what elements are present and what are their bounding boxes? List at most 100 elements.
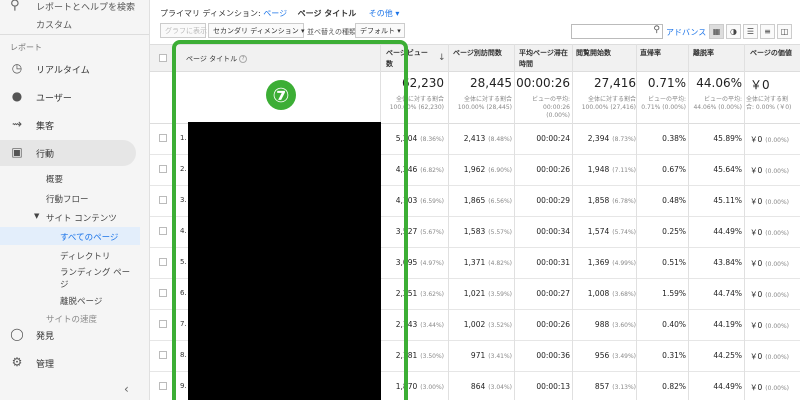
total-exit-sub: ビューの平均: 44.06% (0.00%) (688, 96, 742, 112)
header-page-value[interactable]: ページの価値 (750, 48, 792, 59)
sidebar-item-custom[interactable]: カスタム (36, 18, 72, 31)
table-view-icon[interactable]: ▦ (709, 24, 724, 39)
row-checkbox[interactable] (159, 258, 167, 266)
table-search-input[interactable]: ⚲ (571, 24, 663, 39)
cell-avg-time: 00:00:34 (516, 227, 570, 236)
sidebar-sub-directory[interactable]: ディレクトリ (60, 250, 110, 262)
cell-value: ￥0 (0.00%) (750, 165, 800, 176)
row-checkbox[interactable] (159, 351, 167, 359)
cell-entrances-percent: (3.60%) (612, 322, 636, 329)
bar-view-icon[interactable]: ☰ (743, 24, 758, 39)
cell-bounce-value: 0.48% (662, 196, 686, 205)
cell-value-percent: (0.00%) (765, 354, 790, 361)
cell-unique-percent: (3.52%) (488, 322, 512, 329)
cell-unique-value: 2,413 (463, 134, 486, 143)
sidebar-item-label: 行動 (36, 150, 55, 160)
row-checkbox[interactable] (159, 134, 167, 142)
sidebar-item-behavior[interactable]: ▣ 行動 (0, 140, 149, 166)
cell-value-value: ￥0 (750, 197, 763, 206)
cell-value: ￥0 (0.00%) (750, 196, 800, 207)
sidebar-item-discover[interactable]: ◯ 発見 (0, 322, 149, 348)
cell-avg-time-value: 00:00:24 (536, 134, 570, 143)
row-checkbox[interactable] (159, 320, 167, 328)
sidebar-item-users[interactable]: ● ユーザー (0, 84, 149, 110)
sidebar-item-realtime[interactable]: ◷ リアルタイム (0, 56, 149, 82)
primary-dimension-label: プライマリ ディメンション: (160, 9, 261, 18)
cell-pageviews-percent: (6.59%) (420, 198, 444, 205)
cell-pageviews-percent: (3.44%) (420, 322, 444, 329)
sidebar-sub-overview[interactable]: 概要 (46, 173, 63, 185)
cell-entrances-value: 2,394 (587, 134, 610, 143)
cell-unique: 1,371 (4.82%) (450, 258, 512, 267)
sidebar-sub-landing[interactable]: ランディング ペー (60, 266, 130, 278)
cell-entrances: 1,369 (4.99%) (574, 258, 636, 267)
cell-value: ￥0 (0.00%) (750, 351, 800, 362)
row-checkbox[interactable] (159, 382, 167, 390)
cell-exit: 45.89% (690, 134, 742, 143)
dimension-page-title[interactable]: ページ タイトル (298, 9, 357, 18)
cell-bounce-value: 0.40% (662, 320, 686, 329)
select-all-checkbox[interactable] (159, 54, 167, 62)
secondary-dimension-dropdown[interactable]: セカンダリ ディメンション ▾ (208, 23, 305, 38)
total-bounce-sub-line1: ビューの平均: (647, 96, 686, 103)
sidebar-item-label: 管理 (36, 360, 55, 370)
cell-unique: 1,583 (5.57%) (450, 227, 512, 236)
caret-down-icon[interactable]: ▼ (34, 212, 39, 220)
dimension-page-link[interactable]: ページ (263, 9, 287, 18)
cell-value-percent: (0.00%) (765, 168, 790, 175)
cell-pageviews-percent: (3.50%) (420, 353, 444, 360)
header-bounce-rate[interactable]: 直帰率 (640, 48, 661, 59)
behavior-icon: ▣ (11, 145, 23, 159)
cell-pageviews-percent: (3.00%) (420, 384, 444, 391)
sidebar-sub-all-pages[interactable]: すべてのページ (60, 231, 118, 243)
pivot-view-icon[interactable]: ◫ (777, 24, 792, 39)
cell-entrances: 1,574 (5.74%) (574, 227, 636, 236)
sidebar-section-label: レポート (10, 43, 42, 52)
header-avg-time[interactable]: 平均ページ滞在 時間 (519, 48, 568, 70)
total-entrances-sub-line1: 全体に対する割合 (587, 96, 636, 103)
collapse-chevron-icon[interactable]: ‹ (124, 382, 129, 396)
cell-entrances-value: 1,369 (587, 258, 610, 267)
cell-avg-time: 00:00:27 (516, 289, 570, 298)
cell-bounce: 0.67% (640, 165, 686, 174)
cell-pageviews-percent: (5.67%) (420, 229, 444, 236)
sort-type-value: デフォルト (360, 27, 395, 35)
plot-rows-button[interactable]: グラフに表示 (160, 23, 207, 38)
sidebar-search[interactable]: ⚲ レポートとヘルプを検索 カスタム (0, 0, 149, 34)
pie-view-icon[interactable]: ◑ (726, 24, 741, 39)
cell-exit-value: 44.25% (713, 351, 742, 360)
header-exit-rate[interactable]: 離脱率 (693, 48, 714, 59)
cell-exit: 45.64% (690, 165, 742, 174)
cell-exit: 44.49% (690, 227, 742, 236)
sidebar-sub-exit[interactable]: 離脱ページ (60, 295, 102, 307)
sidebar-item-acquisition[interactable]: ⇝ 集客 (0, 112, 149, 138)
sort-desc-icon[interactable]: ↓ (438, 53, 446, 63)
header-entrances[interactable]: 閲覧開始数 (576, 48, 611, 59)
row-checkbox[interactable] (159, 289, 167, 297)
sidebar-item-admin[interactable]: ⚙ 管理 (0, 350, 149, 376)
primary-dimension-bar: プライマリ ディメンション: ページ ページ タイトル その他 ▾ (160, 8, 399, 19)
advanced-filter-link[interactable]: アドバンス (666, 27, 706, 38)
cell-value-percent: (0.00%) (765, 385, 790, 392)
cell-value: ￥0 (0.00%) (750, 320, 800, 331)
total-entrances: 27,416 (594, 76, 636, 90)
sidebar-item-label: リアルタイム (36, 66, 90, 76)
row-checkbox[interactable] (159, 227, 167, 235)
cell-unique-percent: (5.57%) (488, 229, 512, 236)
sidebar: ⚲ レポートとヘルプを検索 カスタム レポート ◷ リアルタイム ● ユーザー … (0, 0, 150, 400)
cell-unique-value: 1,962 (463, 165, 486, 174)
sidebar-sub-site-content[interactable]: サイト コンテンツ (46, 212, 117, 224)
dimension-other-link[interactable]: その他 ▾ (369, 9, 400, 18)
sidebar-sub-flow[interactable]: 行動フロー (46, 193, 89, 205)
comparison-view-icon[interactable]: ≡ (760, 24, 775, 39)
sort-type-dropdown[interactable]: デフォルト ▾ (355, 23, 405, 38)
row-checkbox[interactable] (159, 165, 167, 173)
row-checkbox[interactable] (159, 196, 167, 204)
header-unique-pageviews[interactable]: ページ別訪問数 (453, 48, 502, 59)
total-unique-sub: 全体に対する割合 100.00% (28,445) (446, 96, 512, 112)
cell-avg-time-value: 00:00:34 (536, 227, 570, 236)
cell-avg-time: 00:00:31 (516, 258, 570, 267)
total-bounce: 0.71% (647, 76, 686, 90)
dimension-other-label: その他 (368, 9, 393, 18)
cell-entrances-percent: (8.73%) (612, 136, 636, 143)
